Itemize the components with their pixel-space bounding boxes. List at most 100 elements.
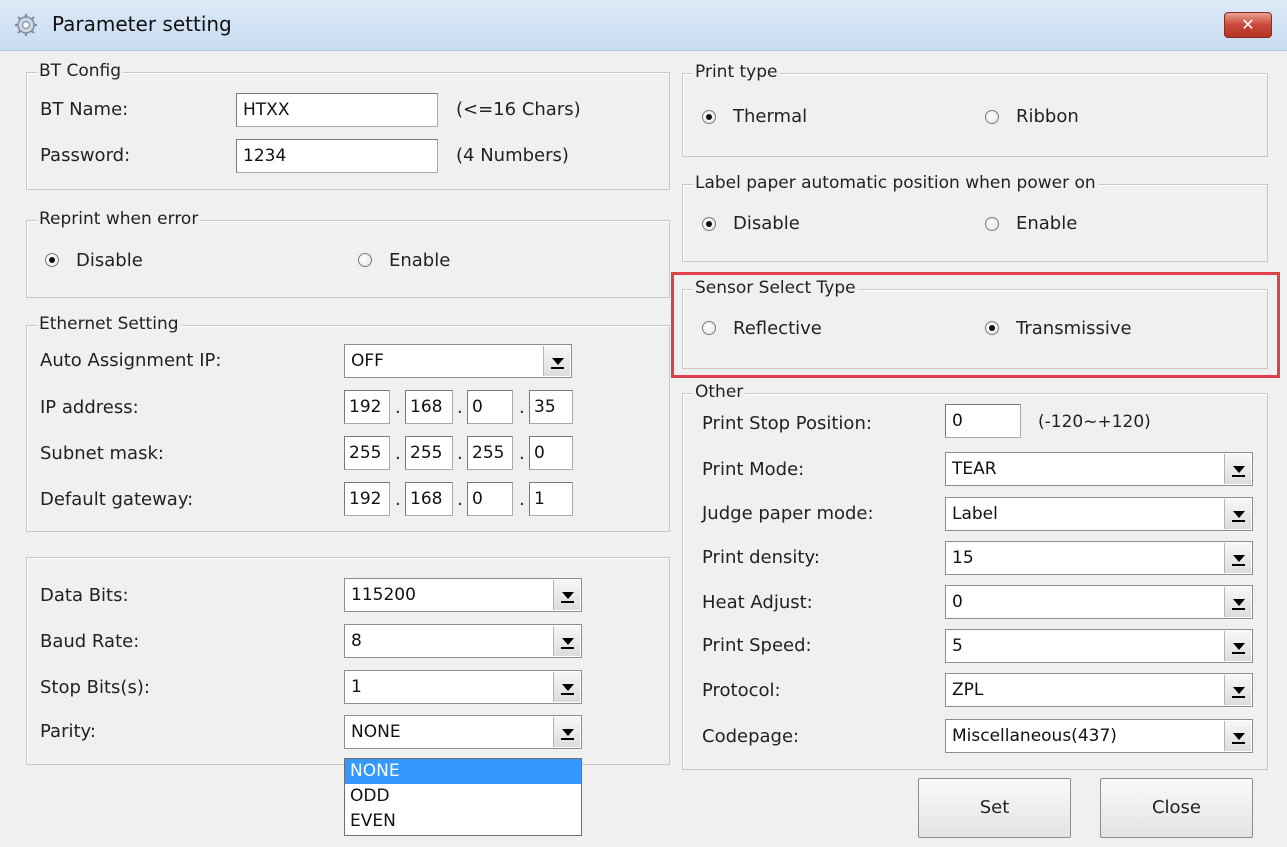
chevron-down-icon[interactable] [1224,721,1251,751]
gateway-octet-4[interactable]: 1 [529,482,573,516]
gateway-dot: . [395,489,401,510]
chevron-down-icon[interactable] [553,626,580,656]
window-title: Parameter setting [52,12,232,36]
chevron-down-icon[interactable] [553,580,580,610]
bt-name-label: BT Name: [40,99,129,120]
subnet-octet-2[interactable]: 255 [405,436,453,470]
print-mode-value: TEAR [952,459,997,479]
chevron-down-icon[interactable] [543,346,570,376]
title-bar: Parameter setting ✕ [0,0,1287,51]
protocol-value: ZPL [952,680,984,700]
judge-paper-value: Label [952,504,998,524]
reprint-enable-radio[interactable] [358,253,372,267]
auto-ip-value: OFF [351,351,384,371]
label-paper-disable-radio[interactable] [702,217,716,231]
baud-rate-select[interactable]: 8 [344,624,582,658]
reprint-disable-radio[interactable] [45,253,59,267]
density-select[interactable]: 15 [945,541,1253,575]
parity-dropdown-list: NONE ODD EVEN [344,758,582,836]
chevron-down-icon[interactable] [1224,454,1251,484]
label-paper-enable-radio[interactable] [985,217,999,231]
chevron-down-icon[interactable] [553,672,580,702]
thermal-radio[interactable] [702,110,716,124]
reflective-radio[interactable] [702,321,716,335]
reflective-label: Reflective [733,318,822,339]
print-mode-select[interactable]: TEAR [945,452,1253,486]
density-label: Print density: [702,547,820,568]
baud-rate-label: Baud Rate: [40,631,140,652]
gear-icon [15,14,37,36]
close-button[interactable]: Close [1100,778,1253,838]
ip-octet-3[interactable]: 0 [467,390,513,424]
codepage-value: Miscellaneous(437) [952,726,1117,746]
password-hint: (4 Numbers) [456,145,569,166]
reprint-disable-label: Disable [76,250,143,271]
ethernet-legend: Ethernet Setting [37,314,181,334]
transmissive-label: Transmissive [1016,318,1132,339]
chevron-down-icon[interactable] [1224,543,1251,573]
data-bits-label: Data Bits: [40,585,129,606]
gateway-octet-2[interactable]: 168 [405,482,453,516]
stop-bits-select[interactable]: 1 [344,670,582,704]
parity-option-none[interactable]: NONE [345,759,581,784]
bt-config-legend: BT Config [37,61,123,81]
ip-octet-4[interactable]: 35 [529,390,573,424]
codepage-label: Codepage: [702,726,800,747]
data-bits-select[interactable]: 115200 [344,578,582,612]
set-button[interactable]: Set [918,778,1071,838]
chevron-down-icon[interactable] [1224,631,1251,661]
gateway-octet-3[interactable]: 0 [467,482,513,516]
transmissive-radio[interactable] [985,321,999,335]
auto-ip-select[interactable]: OFF [344,344,572,378]
auto-ip-label: Auto Assignment IP: [40,350,222,371]
ribbon-radio[interactable] [985,110,999,124]
judge-paper-label: Judge paper mode: [702,503,874,524]
window-close-button[interactable]: ✕ [1224,12,1272,38]
chevron-down-icon[interactable] [1224,675,1251,705]
ribbon-label: Ribbon [1016,106,1079,127]
subnet-octet-1[interactable]: 255 [344,436,390,470]
ip-dot: . [519,397,525,418]
password-label: Password: [40,145,131,166]
density-value: 15 [952,548,974,568]
ip-label: IP address: [40,397,139,418]
other-legend: Other [693,382,746,402]
print-speed-value: 5 [952,636,963,656]
reprint-enable-label: Enable [389,250,451,271]
print-speed-label: Print Speed: [702,635,812,656]
subnet-dot: . [519,443,525,464]
parity-option-odd[interactable]: ODD [345,784,581,809]
ip-dot: . [395,397,401,418]
chevron-down-icon[interactable] [1224,499,1251,529]
bt-name-hint: (<=16 Chars) [456,99,581,120]
ip-octet-1[interactable]: 192 [344,390,390,424]
bt-name-input[interactable]: HTXX [236,93,438,127]
subnet-octet-4[interactable]: 0 [529,436,573,470]
print-mode-label: Print Mode: [702,459,805,480]
other-group: Other [682,382,1268,770]
gateway-dot: . [457,489,463,510]
chevron-down-icon[interactable] [553,717,580,747]
sensor-legend: Sensor Select Type [693,278,858,298]
parity-select[interactable]: NONE [344,715,582,749]
codepage-select[interactable]: Miscellaneous(437) [945,719,1253,753]
parity-value: NONE [351,722,401,742]
label-paper-enable-label: Enable [1016,213,1078,234]
subnet-octet-3[interactable]: 255 [467,436,513,470]
gateway-octet-1[interactable]: 192 [344,482,390,516]
protocol-select[interactable]: ZPL [945,673,1253,707]
parity-option-even[interactable]: EVEN [345,809,581,834]
ip-octet-2[interactable]: 168 [405,390,453,424]
password-input[interactable]: 1234 [236,139,438,173]
gateway-label: Default gateway: [40,489,194,510]
parity-label: Parity: [40,721,96,742]
thermal-label: Thermal [733,106,808,127]
heat-adjust-label: Heat Adjust: [702,592,813,613]
heat-adjust-select[interactable]: 0 [945,585,1253,619]
data-bits-value: 115200 [351,585,416,605]
subnet-dot: . [457,443,463,464]
judge-paper-select[interactable]: Label [945,497,1253,531]
print-speed-select[interactable]: 5 [945,629,1253,663]
chevron-down-icon[interactable] [1224,587,1251,617]
stop-position-input[interactable]: 0 [945,404,1021,438]
